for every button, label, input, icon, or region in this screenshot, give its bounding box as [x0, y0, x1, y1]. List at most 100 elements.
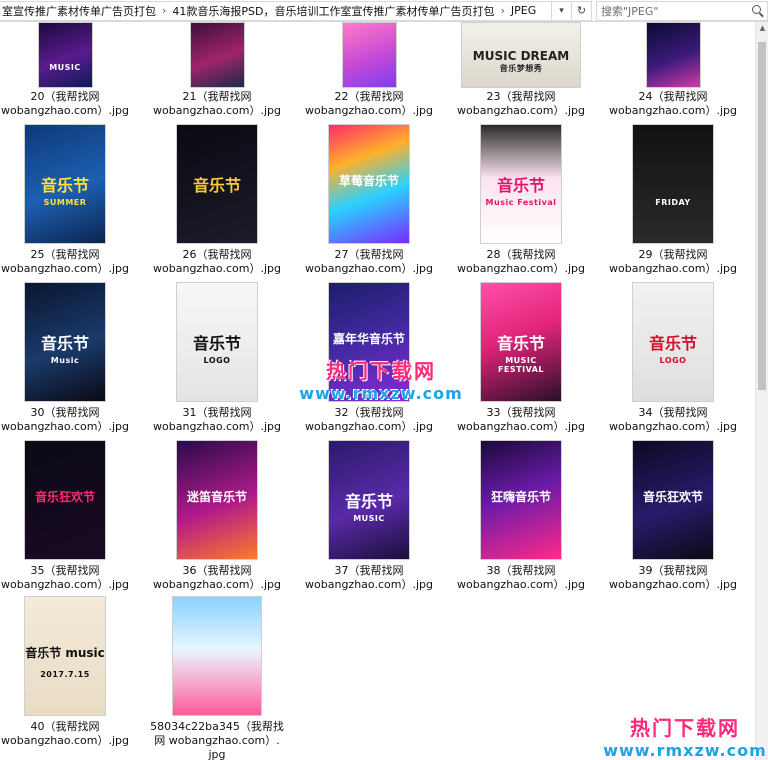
image-thumbnail[interactable] — [645, 22, 701, 88]
file-name-line: jpg — [208, 748, 226, 760]
refresh-button[interactable]: ↻ — [572, 0, 592, 21]
poster-title: 音乐节 — [192, 334, 241, 354]
file-name-label[interactable]: 23（我帮找网 wobangzhao.com）.jpg — [446, 90, 596, 118]
image-thumbnail[interactable]: 音乐狂欢节 — [632, 440, 714, 560]
file-name-line: 20（我帮找网 — [30, 90, 100, 103]
file-name-label[interactable]: 24（我帮找网 wobangzhao.com）.jpg — [598, 90, 748, 118]
poster-title: 音乐狂欢节 — [34, 490, 95, 505]
poster-subtitle: MUSIC — [49, 62, 81, 72]
file-name-line: 30（我帮找网 — [30, 406, 100, 419]
image-thumbnail[interactable]: 音乐节 MUSIC FESTIVAL — [480, 282, 562, 402]
search-icon[interactable] — [752, 4, 761, 14]
file-name-label[interactable]: 31（我帮找网 wobangzhao.com）.jpg — [142, 406, 292, 434]
image-thumbnail[interactable]: 音乐节 LOGO — [176, 282, 258, 402]
image-thumbnail[interactable]: FRIDAY — [632, 124, 714, 244]
file-name-label[interactable]: 36（我帮找网 wobangzhao.com）.jpg — [142, 564, 292, 592]
file-name-line: wobangzhao.com）.jpg — [609, 578, 737, 591]
file-name-label[interactable]: 21（我帮找网 wobangzhao.com）.jpg — [142, 90, 292, 118]
file-name-line: 32（我帮找网 — [334, 406, 404, 419]
poster-title: 音乐节 — [40, 334, 89, 354]
poster-subtitle: SUMMER — [43, 198, 87, 208]
image-thumbnail[interactable] — [341, 22, 397, 88]
file-name-label[interactable]: 35（我帮找网 wobangzhao.com）.jpg — [0, 564, 140, 592]
file-name-label[interactable]: 22（我帮找网 wobangzhao.com）.jpg — [294, 90, 444, 118]
file-name-line: wobangzhao.com）.jpg — [153, 262, 281, 275]
file-name-label[interactable]: 37（我帮找网 wobangzhao.com）.jpg — [294, 564, 444, 592]
file-name-line: wobangzhao.com）.jpg — [153, 420, 281, 433]
scrollbar-thumb[interactable] — [758, 42, 766, 390]
file-name-label[interactable]: 30（我帮找网 wobangzhao.com）.jpg — [0, 406, 140, 434]
image-thumbnail[interactable]: MUSIC DREAM 音乐梦想秀 — [461, 22, 581, 88]
file-name-line: wobangzhao.com）.jpg — [1, 420, 129, 433]
image-thumbnail[interactable]: 音乐节 Music Festival — [480, 124, 562, 244]
chevron-right-icon[interactable]: › — [498, 4, 508, 17]
image-thumbnail[interactable]: 音乐节 SUMMER — [24, 124, 106, 244]
file-name-line: 36（我帮找网 — [182, 564, 252, 577]
poster-title: 音乐节 — [192, 176, 241, 196]
image-thumbnail[interactable]: 音乐节 music 2017.7.15 — [24, 596, 106, 716]
file-name-label[interactable]: 39（我帮找网 wobangzhao.com）.jpg — [598, 564, 748, 592]
file-name-line: 29（我帮找网 — [638, 248, 708, 261]
image-thumbnail[interactable]: 音乐节 — [176, 124, 258, 244]
image-thumbnail[interactable]: 迷笛音乐节 — [176, 440, 258, 560]
file-name-label[interactable]: 27（我帮找网 wobangzhao.com）.jpg — [294, 248, 444, 276]
image-thumbnail[interactable]: 音乐节 LOGO — [632, 282, 714, 402]
poster-subtitle: MUSIC — [353, 514, 385, 524]
image-thumbnail[interactable] — [172, 596, 262, 716]
address-bar: 室宣传推广素材传单广告页打包 › 41款音乐海报PSD，音乐培训工作室宣传推广素… — [0, 0, 768, 22]
file-name-label[interactable]: 28（我帮找网 wobangzhao.com）.jpg — [446, 248, 596, 276]
breadcrumb-item[interactable]: JPEG — [508, 4, 539, 17]
breadcrumb-item[interactable]: 41款音乐海报PSD，音乐培训工作室宣传推广素材传单广告页打包 — [169, 3, 497, 19]
file-name-label[interactable]: 25（我帮找网 wobangzhao.com）.jpg — [0, 248, 140, 276]
breadcrumb-item[interactable]: 室宣传推广素材传单广告页打包 — [0, 3, 159, 19]
image-thumbnail[interactable]: 草莓音乐节 — [328, 124, 410, 244]
image-thumbnail[interactable]: MUSIC — [37, 22, 93, 88]
file-name-line: wobangzhao.com）.jpg — [305, 420, 433, 433]
file-name-line: wobangzhao.com）.jpg — [609, 104, 737, 117]
file-name-label[interactable]: 20（我帮找网 wobangzhao.com）.jpg — [0, 90, 140, 118]
poster-title: 音乐节 music — [25, 646, 105, 661]
file-name-line: 34（我帮找网 — [638, 406, 708, 419]
file-name-line: 40（我帮找网 — [30, 720, 100, 733]
image-thumbnail[interactable]: 狂嗨音乐节 — [480, 440, 562, 560]
poster-title: 音乐节 — [496, 176, 545, 196]
image-thumbnail[interactable]: 音乐节 MUSIC — [328, 440, 410, 560]
file-name-line: 39（我帮找网 — [638, 564, 708, 577]
file-name-label[interactable]: 33（我帮找网 wobangzhao.com）.jpg — [446, 406, 596, 434]
search-input[interactable]: 搜索"JPEG" — [601, 3, 658, 19]
poster-title: 嘉年华音乐节 — [332, 332, 405, 347]
refresh-icon: ↻ — [576, 4, 587, 17]
breadcrumb[interactable]: 室宣传推广素材传单广告页打包 › 41款音乐海报PSD，音乐培训工作室宣传推广素… — [0, 0, 552, 21]
file-name-line: 25（我帮找网 — [30, 248, 100, 261]
history-dropdown-button[interactable]: ▾ — [552, 0, 572, 21]
file-name-line: wobangzhao.com）.jpg — [1, 104, 129, 117]
file-name-label[interactable]: 38（我帮找网 wobangzhao.com）.jpg — [446, 564, 596, 592]
file-name-line: wobangzhao.com）.jpg — [457, 262, 585, 275]
file-name-line: wobangzhao.com）.jpg — [1, 578, 129, 591]
file-name-label[interactable]: 58034c22ba345（我帮找网 wobangzhao.com）. jpg — [142, 720, 292, 760]
image-thumbnail[interactable]: 音乐节 Music — [24, 282, 106, 402]
file-name-line: 28（我帮找网 — [486, 248, 556, 261]
file-name-line: 26（我帮找网 — [182, 248, 252, 261]
file-name-label[interactable]: 29（我帮找网 wobangzhao.com）.jpg — [598, 248, 748, 276]
poster-title: 音乐节 — [40, 176, 89, 196]
file-name-line: 21（我帮找网 — [182, 90, 252, 103]
file-name-line: wobangzhao.com）.jpg — [1, 262, 129, 275]
image-thumbnail[interactable]: 音乐狂欢节 — [24, 440, 106, 560]
chevron-right-icon[interactable]: › — [159, 4, 169, 17]
poster-subtitle: FRIDAY — [655, 198, 691, 208]
file-name-label[interactable]: 26（我帮找网 wobangzhao.com）.jpg — [142, 248, 292, 276]
file-name-label[interactable]: 32（我帮找网 wobangzhao.com）.jpg — [294, 406, 444, 434]
image-thumbnail[interactable] — [189, 22, 245, 88]
file-name-label[interactable]: 34（我帮找网 wobangzhao.com）.jpg — [598, 406, 748, 434]
file-name-line: wobangzhao.com）.jpg — [153, 578, 281, 591]
file-name-line: wobangzhao.com）.jpg — [305, 104, 433, 117]
poster-subtitle: 2017.7.15 — [40, 670, 90, 680]
search-box[interactable]: 搜索"JPEG" — [596, 0, 768, 21]
file-name-line: wobangzhao.com）.jpg — [305, 262, 433, 275]
file-name-label[interactable]: 40（我帮找网 wobangzhao.com）.jpg — [0, 720, 140, 748]
poster-title: 草莓音乐节 — [338, 174, 399, 189]
vertical-scrollbar[interactable]: ▲ ▼ — [755, 22, 768, 760]
scroll-up-arrow-icon[interactable]: ▲ — [756, 22, 768, 35]
file-name-line: wobangzhao.com）.jpg — [457, 104, 585, 117]
